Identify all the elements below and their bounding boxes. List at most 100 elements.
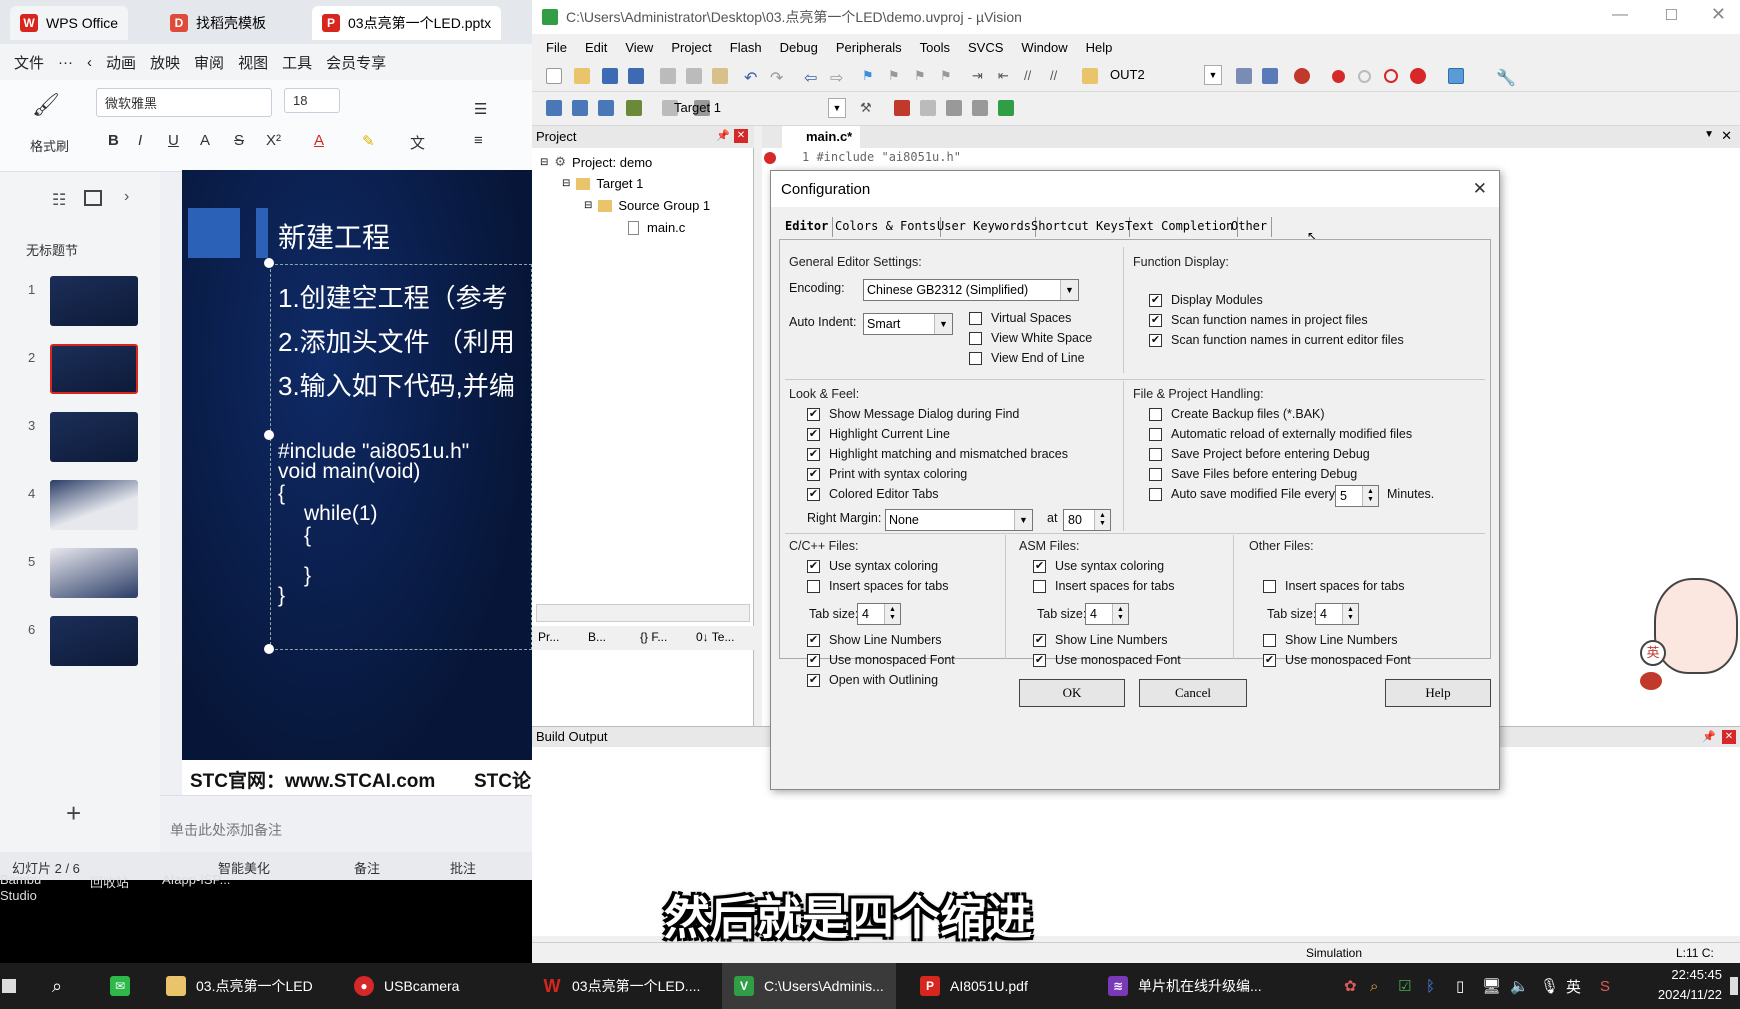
desktop-label[interactable]: AIapp-ISP... bbox=[162, 872, 230, 887]
undo-icon[interactable]: ↶ bbox=[744, 68, 760, 87]
close-icon[interactable]: ✕ bbox=[1473, 179, 1487, 199]
scan-project-checkbox[interactable]: ✔ Scan function names in project files bbox=[1149, 313, 1368, 327]
backup-files-checkbox[interactable]: Create Backup files (*.BAK) bbox=[1149, 407, 1325, 421]
autosave-checkbox[interactable]: Auto save modified File every bbox=[1149, 487, 1335, 501]
target-select[interactable]: Target 1 bbox=[674, 100, 721, 115]
view-white-space-checkbox[interactable]: View White Space bbox=[969, 331, 1092, 345]
scan-editor-checkbox[interactable]: ✔ Scan function names in current editor f… bbox=[1149, 333, 1404, 347]
list-icon[interactable]: ☰ bbox=[474, 100, 487, 118]
other-mono-checkbox[interactable]: ✔ Use monospaced Font bbox=[1263, 653, 1411, 667]
close-icon[interactable]: ✕ bbox=[1711, 4, 1726, 25]
font-name-select[interactable]: 微软雅黑 bbox=[96, 88, 272, 117]
print-syntax-checkbox[interactable]: ✔ Print with syntax coloring bbox=[807, 467, 967, 481]
taskbar-item-wps[interactable]: W 03点亮第一个LED.... bbox=[542, 963, 701, 1009]
menu-help[interactable]: Help bbox=[1086, 40, 1113, 55]
asm-tab-size-spin[interactable]: 4 ▲ ▼ bbox=[1085, 603, 1129, 625]
tray-search-icon[interactable]: ⌕ bbox=[1370, 963, 1378, 1009]
auto-reload-checkbox[interactable]: Automatic reload of externally modified … bbox=[1149, 427, 1412, 441]
chevron-down-icon[interactable]: ▼ bbox=[1060, 280, 1078, 300]
menu-view[interactable]: View bbox=[625, 40, 653, 55]
disable-breakpoint-icon[interactable] bbox=[1358, 70, 1371, 83]
menu-edit[interactable]: Edit bbox=[585, 40, 607, 55]
tab-functions[interactable]: {} F... bbox=[640, 630, 667, 644]
tab-shortcut-keys[interactable]: Shortcut Keys bbox=[1027, 217, 1130, 237]
outline-icon[interactable]: ☷ bbox=[52, 190, 66, 210]
breakpoint-marker[interactable] bbox=[764, 152, 776, 164]
show-find-dialog-checkbox[interactable]: ✔ Show Message Dialog during Find bbox=[807, 407, 1019, 421]
menu-tools[interactable]: 工具 bbox=[282, 52, 312, 73]
bookmark-next-icon[interactable]: ⚑ bbox=[914, 68, 930, 84]
spin-arrows-icon[interactable]: ▲ ▼ bbox=[1094, 510, 1110, 530]
asm-spaces-checkbox[interactable]: Insert spaces for tabs bbox=[1033, 579, 1175, 593]
menu-more[interactable]: ··· bbox=[58, 54, 73, 71]
tab-templates[interactable]: 0↓ Te... bbox=[696, 630, 734, 644]
c-mono-checkbox[interactable]: ✔ Use monospaced Font bbox=[807, 653, 955, 667]
breakpoint-icon[interactable] bbox=[1332, 70, 1345, 83]
taskbar-item-pdf[interactable]: P AI8051U.pdf bbox=[920, 963, 1028, 1009]
redo-icon[interactable]: ↷ bbox=[770, 68, 786, 87]
encoding-select[interactable]: Chinese GB2312 (Simplified) ▼ bbox=[863, 279, 1079, 301]
italic-button[interactable]: I bbox=[138, 132, 142, 149]
search-icon[interactable]: ⌕ bbox=[52, 963, 62, 1009]
tab-wps-office[interactable]: W WPS Office bbox=[10, 6, 129, 40]
tab-template[interactable]: D 找稻壳模板 bbox=[160, 6, 276, 40]
comments-button[interactable]: 批注 bbox=[450, 858, 476, 877]
file-extensions-icon[interactable] bbox=[894, 100, 910, 116]
menu-svcs[interactable]: SVCS bbox=[968, 40, 1003, 55]
menu-review[interactable]: 审阅 bbox=[194, 52, 224, 73]
bluetooth-icon[interactable]: ᛒ bbox=[1426, 963, 1435, 1009]
asm-mono-checkbox[interactable]: ✔ Use monospaced Font bbox=[1033, 653, 1181, 667]
start-debug-icon[interactable] bbox=[1294, 68, 1310, 84]
taskbar-item-folder[interactable]: 03.点亮第一个LED bbox=[166, 963, 313, 1009]
strike-button[interactable]: A bbox=[200, 132, 210, 149]
slide-thumb-6[interactable] bbox=[50, 616, 138, 666]
selection-handle[interactable] bbox=[264, 644, 274, 654]
find-combo-value[interactable]: OUT2 bbox=[1110, 67, 1145, 82]
tab-user-keywords[interactable]: User Keywords bbox=[933, 217, 1036, 237]
tab-text-completion[interactable]: Text Completion bbox=[1121, 217, 1239, 237]
taskbar-item-isp[interactable]: ≋ 单片机在线升级编... bbox=[1108, 963, 1262, 1009]
uncomment-icon[interactable]: // bbox=[1050, 68, 1066, 84]
find-in-files-icon[interactable] bbox=[1082, 68, 1098, 84]
save-files-debug-checkbox[interactable]: Save Files before entering Debug bbox=[1149, 467, 1357, 481]
c-line-numbers-checkbox[interactable]: ✔ Show Line Numbers bbox=[807, 633, 942, 647]
menu-view[interactable]: 视图 bbox=[238, 52, 268, 73]
bold-button[interactable]: B bbox=[108, 132, 119, 149]
highlight-braces-checkbox[interactable]: ✔ Highlight matching and mismatched brace… bbox=[807, 447, 1068, 461]
tray-check-icon[interactable]: ☑ bbox=[1398, 963, 1411, 1009]
desktop-label[interactable]: Bambu Studio bbox=[0, 872, 60, 904]
asm-syntax-checkbox[interactable]: ✔ Use syntax coloring bbox=[1033, 559, 1164, 573]
project-scrollbar[interactable] bbox=[536, 604, 750, 622]
c-syntax-checkbox[interactable]: ✔ Use syntax coloring bbox=[807, 559, 938, 573]
menu-slideshow[interactable]: 放映 bbox=[150, 52, 180, 73]
tree-target[interactable]: ⊟ Target 1 bbox=[562, 176, 643, 191]
volume-icon[interactable]: 🔈 bbox=[1510, 963, 1529, 1009]
forward-icon[interactable]: ⇨ bbox=[830, 68, 846, 87]
tree-source-group[interactable]: ⊟ Source Group 1 bbox=[584, 198, 710, 213]
indent-icon[interactable]: ⇥ bbox=[972, 68, 988, 84]
taskbar-item-uvision[interactable]: V C:\Users\Adminis... bbox=[722, 963, 896, 1009]
selection-handle[interactable] bbox=[264, 430, 274, 440]
other-line-numbers-checkbox[interactable]: Show Line Numbers bbox=[1263, 633, 1398, 647]
highlight-button[interactable]: ✎ bbox=[362, 132, 375, 150]
tab-pptx[interactable]: P 03点亮第一个LED.pptx bbox=[312, 6, 502, 40]
manage-icon[interactable] bbox=[920, 100, 936, 116]
view-end-of-line-checkbox[interactable]: View End of Line bbox=[969, 351, 1085, 365]
close-icon[interactable]: ✕ bbox=[1721, 128, 1732, 144]
ime-indicator[interactable]: 英 bbox=[1566, 963, 1581, 1009]
c-spaces-checkbox[interactable]: Insert spaces for tabs bbox=[807, 579, 949, 593]
spin-arrows-icon[interactable]: ▲ ▼ bbox=[1342, 604, 1358, 624]
maximize-icon[interactable]: ☐ bbox=[1665, 6, 1678, 24]
pack-installer-icon[interactable] bbox=[946, 100, 962, 116]
taskbar-wechat[interactable]: ✉ bbox=[110, 963, 140, 1009]
menu-member[interactable]: 会员专享 bbox=[326, 52, 386, 73]
slide-thumb-5[interactable] bbox=[50, 548, 138, 598]
back-icon[interactable]: ⇦ bbox=[804, 68, 820, 87]
rebuild-icon[interactable] bbox=[598, 100, 614, 116]
font-color-button[interactable]: A bbox=[314, 132, 324, 149]
slide-thumb-3[interactable] bbox=[50, 412, 138, 462]
tab-books[interactable]: B... bbox=[588, 630, 606, 644]
menu-file[interactable]: File bbox=[546, 40, 567, 55]
other-tab-size-spin[interactable]: 4 ▲ ▼ bbox=[1315, 603, 1359, 625]
section-title[interactable]: 无标题节 bbox=[26, 240, 78, 259]
